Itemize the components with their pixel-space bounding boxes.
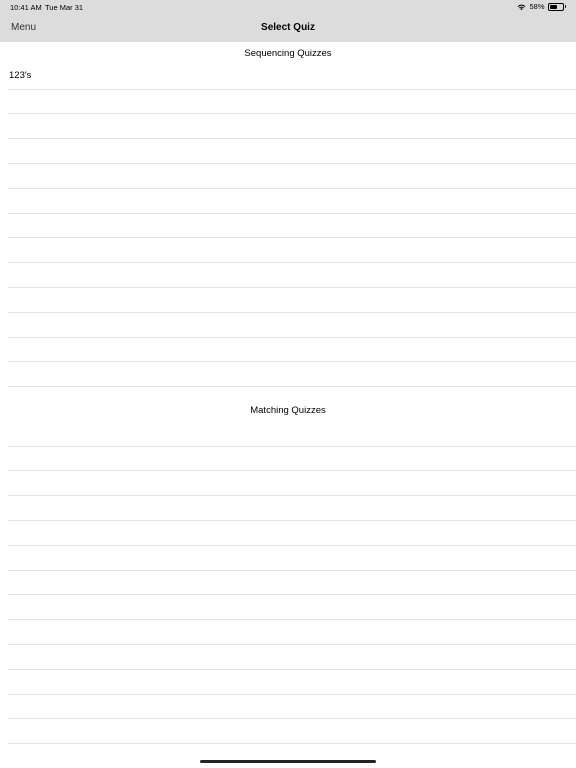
list-item[interactable] [8,114,576,140]
wifi-icon [518,4,526,10]
section-header-sequencing: Sequencing Quizzes [244,48,332,59]
list-item[interactable] [8,421,576,447]
list-item[interactable] [8,262,576,288]
page-title: Select Quiz [261,22,315,33]
list-item-label: 123's [9,70,32,81]
list-item[interactable]: 123's [8,64,576,90]
list-item[interactable] [8,213,576,239]
battery-percent: 58% [529,2,545,11]
list-item[interactable] [8,163,576,189]
status-time: 10:41 AM [10,3,42,12]
list-item[interactable] [8,644,576,670]
list-item[interactable] [8,520,576,546]
list-item[interactable] [8,495,576,521]
list-item[interactable] [8,138,576,164]
status-date: Tue Mar 31 [45,3,84,12]
status-bar: 10:41 AM Tue Mar 31 58% [0,0,576,14]
list-item[interactable] [8,446,576,472]
list-item[interactable] [8,570,576,596]
list-item[interactable] [8,188,576,214]
list-item[interactable] [8,669,576,695]
battery-tip [564,5,566,8]
list-item[interactable] [8,312,576,338]
list-item[interactable] [8,595,576,621]
list-item[interactable] [8,545,576,571]
status-right: 58% [517,2,566,11]
list-item[interactable] [8,287,576,313]
section-header-matching: Matching Quizzes [250,405,326,416]
list-item[interactable] [8,238,576,264]
list-item[interactable] [8,89,576,115]
navigation-bar: Menu Select Quiz [0,14,576,42]
battery-fill [549,4,557,9]
list-item[interactable] [8,471,576,497]
home-indicator[interactable] [200,760,376,763]
list-item[interactable] [8,619,576,645]
list-item[interactable] [8,362,576,388]
list-item[interactable] [8,694,576,720]
list-item[interactable] [8,337,576,363]
battery-icon [547,2,564,11]
list-item[interactable] [8,719,576,745]
